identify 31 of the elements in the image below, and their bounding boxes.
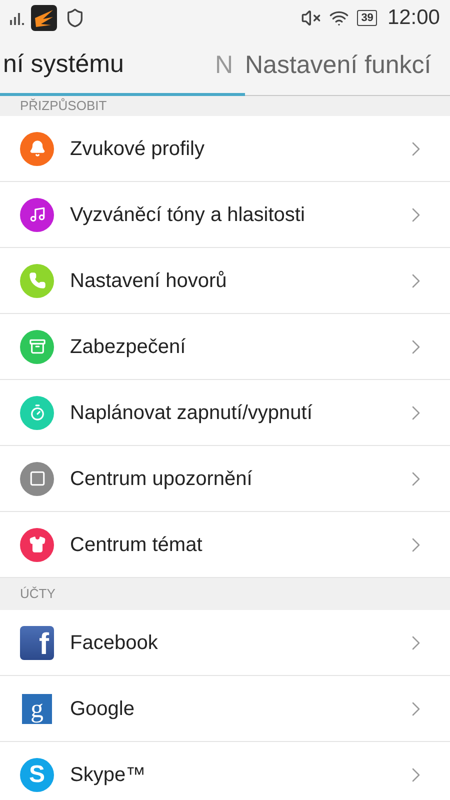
settings-row[interactable]: Nastavení hovorů [0, 248, 450, 314]
row-label: Zvukové profily [70, 136, 206, 162]
row-label: Skype™ [70, 762, 147, 788]
settings-row[interactable]: Zvukové profily [0, 116, 450, 182]
settings-row[interactable]: Zabezpečení [0, 314, 450, 380]
clock-time: 12:00 [387, 5, 440, 32]
row-label: Centrum upozornění [70, 466, 254, 492]
section-header: ÚČTY [20, 586, 56, 602]
shield-icon [65, 8, 85, 28]
row-label: Zabezpečení [70, 334, 187, 360]
mute-icon [301, 8, 322, 28]
skype-logo-icon: S [20, 758, 54, 792]
section-header: PŘIZPŮSOBIT [20, 98, 107, 114]
settings-row[interactable]: g Google [0, 676, 450, 742]
facebook-logo-icon: f [20, 626, 54, 660]
settings-row[interactable]: Centrum témat [0, 512, 450, 578]
row-label: Centrum témat [70, 532, 204, 558]
settings-row[interactable]: f Facebook [0, 610, 450, 676]
google-logo-icon: g [22, 694, 52, 724]
settings-row[interactable]: S Skype™ [0, 742, 450, 800]
row-label: Nastavení hovorů [70, 268, 228, 294]
row-label: Facebook [70, 630, 159, 656]
settings-row[interactable]: Centrum upozornění [0, 446, 450, 512]
settings-row[interactable]: Naplánovat zapnutí/vypnutí [0, 380, 450, 446]
row-label: Google [70, 696, 136, 722]
battery-level: 39 [357, 10, 378, 26]
settings-row[interactable]: Vyzváněcí tóny a hlasitosti [0, 182, 450, 248]
tab[interactable]: Nastavení funkcí [245, 36, 432, 95]
row-label: Vyzváněcí tóny a hlasitosti [70, 202, 306, 228]
row-label: Naplánovat zapnutí/vypnutí [70, 400, 314, 426]
app-icon [31, 5, 57, 31]
